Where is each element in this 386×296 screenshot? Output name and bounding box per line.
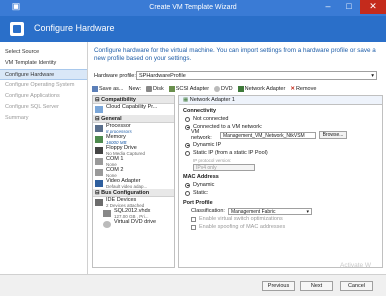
wizard-steps-nav: Select Source VM Template Identity Confi… bbox=[0, 42, 88, 274]
new-scsi-adapter-button[interactable]: SCSI Adapter bbox=[168, 85, 209, 92]
cancel-button[interactable]: Cancel bbox=[340, 281, 373, 291]
detail-header: ▦ Network Adapter 1 bbox=[179, 96, 382, 105]
ip-protocol-row: IPv4 only bbox=[193, 163, 382, 171]
window-title: Create VM Template Wizard bbox=[149, 4, 237, 11]
tree-item-com1[interactable]: COM 1 None bbox=[93, 156, 174, 167]
static-ip-radio[interactable] bbox=[185, 150, 190, 156]
save-as-button[interactable]: Save as... bbox=[92, 85, 123, 92]
mac-address-heading: MAC Address bbox=[183, 174, 219, 180]
nav-item-configure-hardware[interactable]: Configure Hardware bbox=[0, 69, 87, 80]
wizard-banner: Configure Hardware bbox=[0, 16, 386, 42]
maximize-icon[interactable]: □ bbox=[339, 0, 359, 14]
browse-button[interactable]: Browse... bbox=[319, 131, 347, 139]
hardware-profile-label: Hardware profile: bbox=[94, 73, 136, 79]
mac-spoofing-option[interactable]: Enable spoofing of MAC addresses bbox=[191, 223, 382, 231]
com-port-icon bbox=[95, 169, 103, 176]
mac-dynamic-radio[interactable] bbox=[185, 182, 190, 188]
new-network-adapter-button[interactable]: Network Adapter bbox=[237, 85, 285, 92]
mac-static-radio[interactable] bbox=[185, 190, 190, 196]
app-icon: ▣ bbox=[11, 1, 21, 11]
group-general[interactable]: ⊟ General bbox=[93, 115, 174, 123]
hardware-profile-select[interactable]: SPHardwareProfile ▾ bbox=[136, 71, 377, 80]
dvd-icon bbox=[103, 221, 111, 228]
page-title: Configure Hardware bbox=[34, 23, 115, 33]
nav-item-configure-sql[interactable]: Configure SQL Server bbox=[0, 102, 87, 113]
nav-item-select-source[interactable]: Select Source bbox=[0, 47, 87, 58]
nav-item-vm-template-identity[interactable]: VM Template Identity bbox=[0, 58, 87, 69]
vm-network-row: VM network: Management_VM_Network_NtkVSM… bbox=[191, 129, 382, 141]
nav-item-summary[interactable]: Summary bbox=[0, 113, 87, 124]
tree-item-dvd[interactable]: Virtual DVD drive bbox=[93, 219, 174, 230]
tree-item-memory[interactable]: Memory 16000 MB bbox=[93, 134, 174, 145]
wizard-logo-icon bbox=[10, 22, 24, 36]
hardware-toolbar: Save as... New: Disk SCSI Adapter DVD Ne… bbox=[92, 83, 382, 94]
not-connected-option[interactable]: Not connected bbox=[185, 115, 382, 123]
main-panel: Configure hardware for the virtual machi… bbox=[89, 42, 386, 274]
next-button[interactable]: Next bbox=[300, 281, 333, 291]
disk-icon bbox=[146, 85, 152, 92]
com-port-icon bbox=[95, 158, 103, 165]
tree-item-video-adapter[interactable]: Video Adapter Default video adap... bbox=[93, 178, 174, 189]
tree-item-processor[interactable]: Processor 8 processors bbox=[93, 123, 174, 134]
nav-item-configure-os[interactable]: Configure Operating System bbox=[0, 80, 87, 91]
tree-item-com2[interactable]: COM 2 None bbox=[93, 167, 174, 178]
group-bus-configuration[interactable]: ⊟ Bus Configuration bbox=[93, 189, 174, 197]
dvd-icon bbox=[214, 85, 221, 92]
page-description: Configure hardware for the virtual machi… bbox=[94, 47, 376, 62]
static-ip-option[interactable]: Static IP (from a static IP Pool) bbox=[185, 149, 382, 157]
cloud-icon bbox=[95, 106, 103, 113]
vm-network-field[interactable]: Management_VM_Network_NtkVSM bbox=[220, 131, 316, 139]
close-icon[interactable]: ✕ bbox=[360, 0, 386, 14]
dynamic-ip-radio[interactable] bbox=[185, 142, 190, 148]
connectivity-heading: Connectivity bbox=[183, 108, 217, 114]
mac-dynamic-option[interactable]: Dynamic bbox=[185, 181, 382, 189]
virtual-switch-opt-option[interactable]: Enable virtual switch optimizations bbox=[191, 215, 382, 223]
nav-item-configure-applications[interactable]: Configure Applications bbox=[0, 91, 87, 102]
tree-item-ide-devices[interactable]: IDE Devices 2 Devices attached bbox=[93, 197, 174, 208]
memory-icon bbox=[95, 136, 103, 143]
remove-button[interactable]: ✕ Remove bbox=[290, 86, 316, 92]
network-adapter-panel: ▦ Network Adapter 1 Connectivity Not con… bbox=[178, 95, 383, 268]
not-connected-radio[interactable] bbox=[185, 116, 190, 122]
tree-item-cloud-capability[interactable]: Cloud Capability Pr... bbox=[93, 104, 174, 115]
remove-icon: ✕ bbox=[290, 85, 295, 92]
classification-row: Classification: Management Fabric ▾ bbox=[191, 207, 382, 215]
hardware-profile-value: SPHardwareProfile bbox=[139, 73, 186, 79]
network-adapter-icon bbox=[237, 85, 244, 92]
network-adapter-icon: ▦ bbox=[183, 97, 190, 103]
scsi-adapter-icon bbox=[168, 85, 175, 92]
previous-button[interactable]: Previous bbox=[262, 281, 295, 291]
chevron-down-icon: ▾ bbox=[306, 208, 309, 215]
connected-vm-network-radio[interactable] bbox=[185, 124, 190, 130]
floppy-icon bbox=[95, 147, 103, 154]
mac-spoofing-checkbox[interactable] bbox=[191, 224, 196, 230]
save-icon bbox=[92, 85, 98, 92]
new-label: New: bbox=[128, 85, 141, 92]
ip-protocol-select[interactable]: IPv4 only bbox=[193, 163, 255, 171]
dynamic-ip-option[interactable]: Dynamic IP bbox=[185, 141, 382, 149]
disk-icon bbox=[103, 210, 111, 217]
virtual-switch-opt-checkbox[interactable] bbox=[191, 216, 196, 222]
mac-static-option[interactable]: Static: bbox=[185, 189, 382, 197]
classification-select[interactable]: Management Fabric ▾ bbox=[228, 207, 312, 215]
tree-item-vhd[interactable]: SQL2012.vhdx 127.00 GB , Pri... bbox=[93, 208, 174, 219]
processor-icon bbox=[95, 125, 103, 132]
video-adapter-icon bbox=[95, 180, 103, 187]
chevron-down-icon: ▾ bbox=[371, 73, 374, 79]
ide-icon bbox=[95, 199, 103, 206]
port-profile-heading: Port Profile bbox=[183, 200, 213, 206]
tree-item-floppy[interactable]: Floppy Drive No Media Captured bbox=[93, 145, 174, 156]
wizard-footer: Previous Next Cancel bbox=[0, 274, 386, 296]
hardware-tree: ⊟ Compatibility Cloud Capability Pr... ⊟… bbox=[92, 95, 175, 268]
group-compatibility[interactable]: ⊟ Compatibility bbox=[93, 96, 174, 104]
new-disk-button[interactable]: Disk bbox=[146, 85, 164, 92]
title-bar: Create VM Template Wizard ▣ – □ ✕ bbox=[0, 0, 386, 16]
minimize-icon[interactable]: – bbox=[318, 0, 338, 14]
classification-label: Classification: bbox=[191, 208, 225, 214]
vm-network-label: VM network: bbox=[191, 129, 212, 141]
activation-watermark: Activate W bbox=[340, 262, 372, 269]
new-dvd-button[interactable]: DVD bbox=[214, 85, 233, 92]
